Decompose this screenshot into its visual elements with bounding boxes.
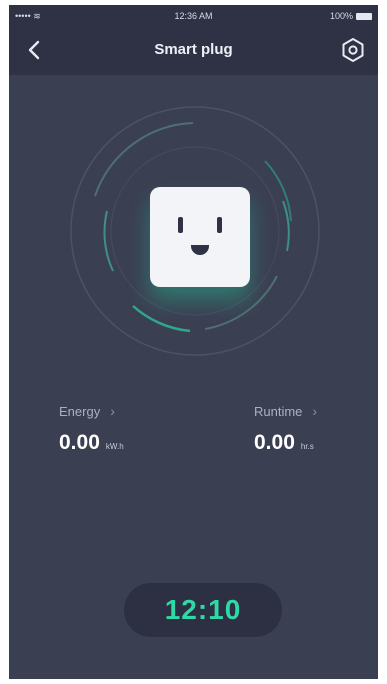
runtime-unit: hr.s [300, 442, 314, 451]
energy-unit: kW.h [105, 442, 124, 451]
page-title: Smart plug [154, 41, 233, 58]
battery-icon [356, 12, 372, 20]
settings-button[interactable] [340, 37, 366, 63]
energy-stat: Energy › 0.00 kW.h [59, 403, 124, 455]
chevron-right-icon: › [312, 403, 318, 419]
energy-label: Energy [59, 403, 101, 419]
status-bar: ••••• ≋ 12:36 AM 100% [9, 5, 378, 25]
runtime-value: 0.00 [254, 431, 295, 454]
plug-left-slot [178, 217, 183, 233]
status-time: 12:36 AM [174, 11, 213, 21]
timer-time: 12:10 [164, 594, 242, 625]
plug-right-slot [217, 217, 222, 233]
smart-plug-face-icon[interactable] [150, 187, 250, 287]
energy-link[interactable]: Energy › [59, 403, 124, 419]
battery-indicator: 100% [330, 11, 372, 21]
runtime-label: Runtime [254, 403, 303, 419]
timer-button[interactable]: 12:10 [124, 583, 282, 637]
energy-value: 0.00 [59, 431, 100, 454]
gear-icon [342, 38, 364, 62]
app-screen: ••••• ≋ 12:36 AM 100% Smart plug Energy … [9, 5, 378, 679]
battery-percent: 100% [329, 11, 353, 21]
runtime-link[interactable]: Runtime › [254, 403, 317, 419]
top-navigation: Smart plug [9, 25, 378, 75]
chevron-right-icon: › [110, 403, 115, 419]
runtime-stat: Runtime › 0.00 hr.s [254, 403, 317, 455]
plug-ground-hole [191, 245, 209, 255]
